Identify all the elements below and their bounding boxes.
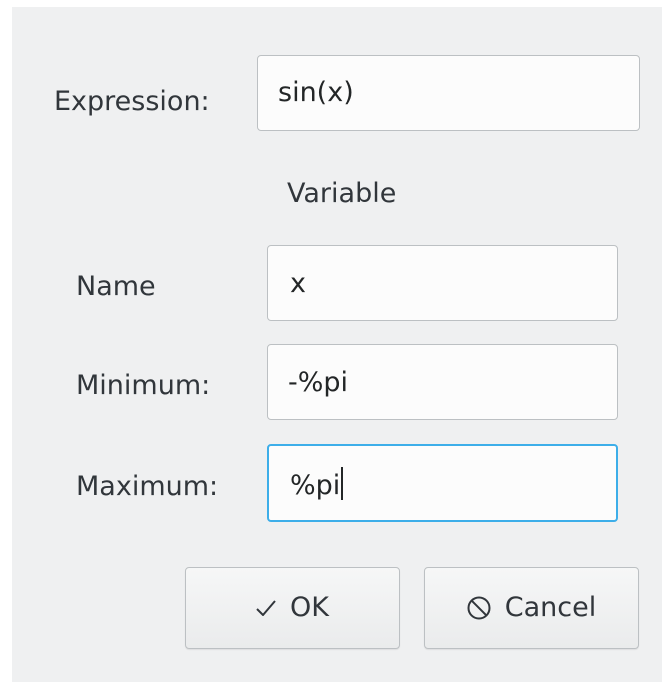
text-cursor [341,467,344,500]
minimum-value: -%pi [288,367,349,398]
ok-button[interactable]: OK [185,567,400,649]
cancel-icon [467,596,491,620]
expression-input[interactable]: sin(x) [257,55,640,131]
minimum-label: Minimum: [76,370,211,401]
variable-heading: Variable [287,178,397,209]
name-label: Name [76,271,156,302]
name-input[interactable]: x [267,245,618,321]
expression-label: Expression: [54,86,210,117]
maximum-label: Maximum: [76,471,219,502]
expression-value: sin(x) [278,77,354,108]
ok-button-label: OK [290,592,329,623]
cancel-button-label: Cancel [504,592,597,623]
maximum-value: %pi [290,470,341,501]
checkmark-icon [256,600,276,616]
maximum-input[interactable]: %pi [267,444,618,522]
minimum-input[interactable]: -%pi [267,344,618,420]
cancel-button[interactable]: Cancel [424,567,639,649]
name-value: x [290,268,306,299]
dialog-window: Expression: sin(x) Variable Name x Minim… [12,7,662,682]
